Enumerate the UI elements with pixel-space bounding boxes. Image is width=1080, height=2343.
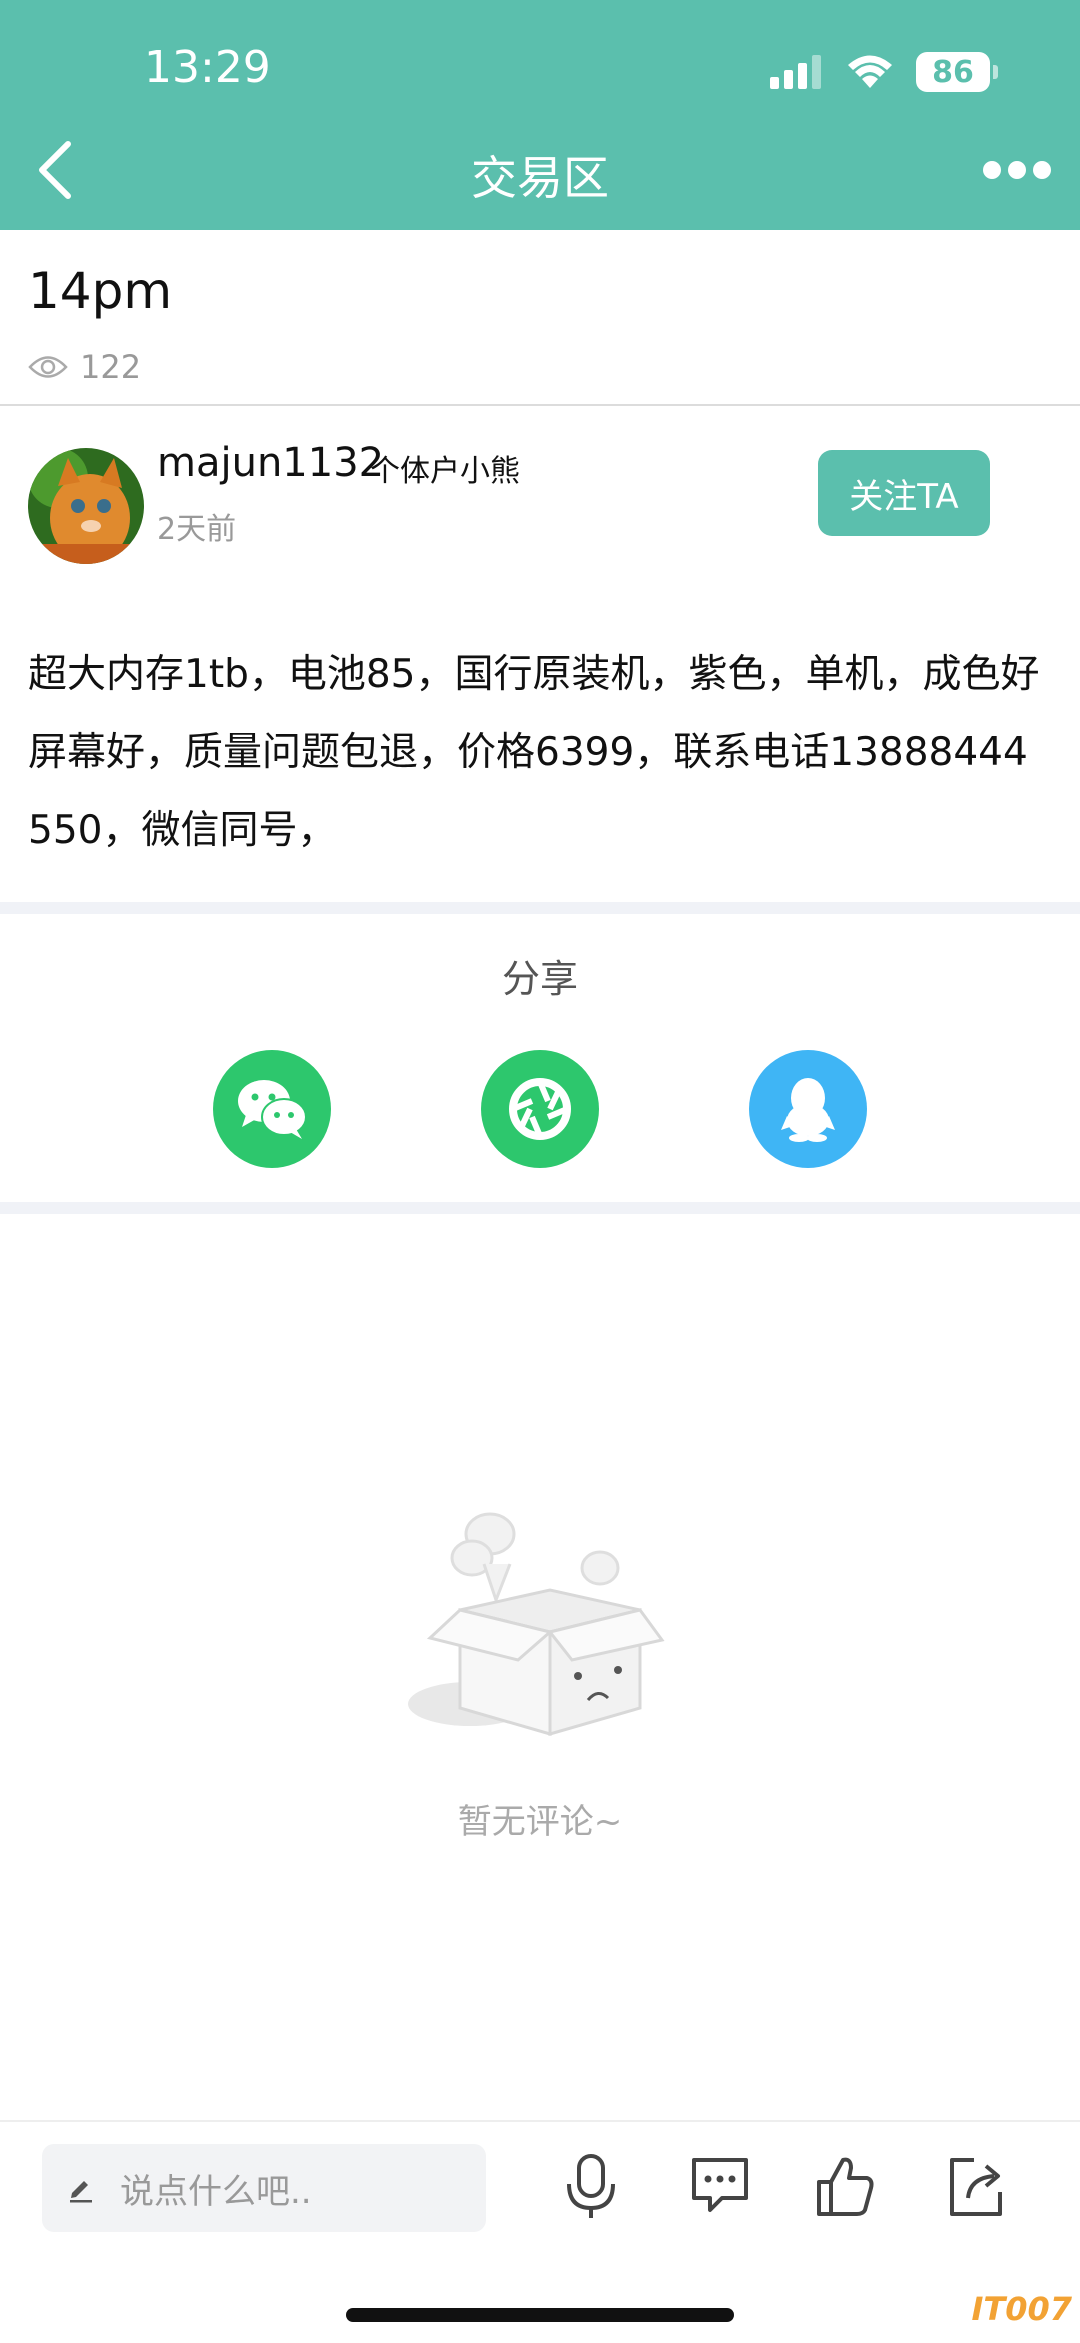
more-icon[interactable]	[982, 158, 1052, 182]
view-count: 122	[28, 348, 141, 386]
avatar[interactable]	[28, 448, 144, 564]
watermark-logo: IT007	[971, 2290, 1072, 2328]
author-name[interactable]: majun1132	[157, 440, 384, 486]
author-tag: 个体户小熊	[370, 454, 520, 489]
section-separator	[0, 902, 1080, 914]
battery-indicator: 86	[916, 52, 998, 92]
eye-icon	[28, 356, 68, 378]
qq-icon	[781, 1078, 835, 1142]
status-time: 13:29	[144, 42, 271, 93]
wechat-icon	[238, 1080, 307, 1139]
follow-button[interactable]: 关注TA	[818, 450, 990, 536]
share-icon[interactable]	[944, 2152, 1008, 2220]
moments-icon	[509, 1078, 571, 1140]
share-qq-button[interactable]	[749, 1050, 867, 1168]
comment-icon[interactable]	[688, 2152, 752, 2220]
share-title: 分享	[501, 957, 578, 1001]
pencil-icon	[70, 2181, 92, 2203]
like-icon[interactable]	[813, 2152, 877, 2220]
share-wechat-button[interactable]	[213, 1050, 331, 1168]
home-indicator	[346, 2308, 734, 2322]
empty-box-illustration	[408, 1512, 665, 1736]
divider	[0, 404, 1080, 406]
share-moments-button[interactable]	[481, 1050, 599, 1168]
page-title: 交易区	[471, 151, 609, 205]
share-row	[0, 1050, 1080, 1170]
view-count-value: 122	[80, 348, 142, 386]
comment-input[interactable]: 说点什么吧..	[42, 2144, 486, 2232]
empty-comments-text: 暂无评论~	[457, 1802, 623, 1842]
wifi-icon	[848, 55, 892, 88]
status-icons: 86	[770, 50, 998, 94]
post-time: 2天前	[157, 512, 237, 547]
post-content: 超大内存1tb，电池85，国行原装机，紫色，单机，成色好屏幕好，质量问题包退，价…	[28, 652, 1040, 853]
app-header: 13:29 86 交易区	[0, 0, 1080, 230]
microphone-icon[interactable]	[559, 2152, 623, 2220]
post-title: 14pm	[28, 262, 173, 320]
comment-placeholder: 说点什么吧..	[120, 2171, 312, 2212]
section-separator	[0, 1202, 1080, 1214]
signal-icon	[770, 55, 821, 89]
